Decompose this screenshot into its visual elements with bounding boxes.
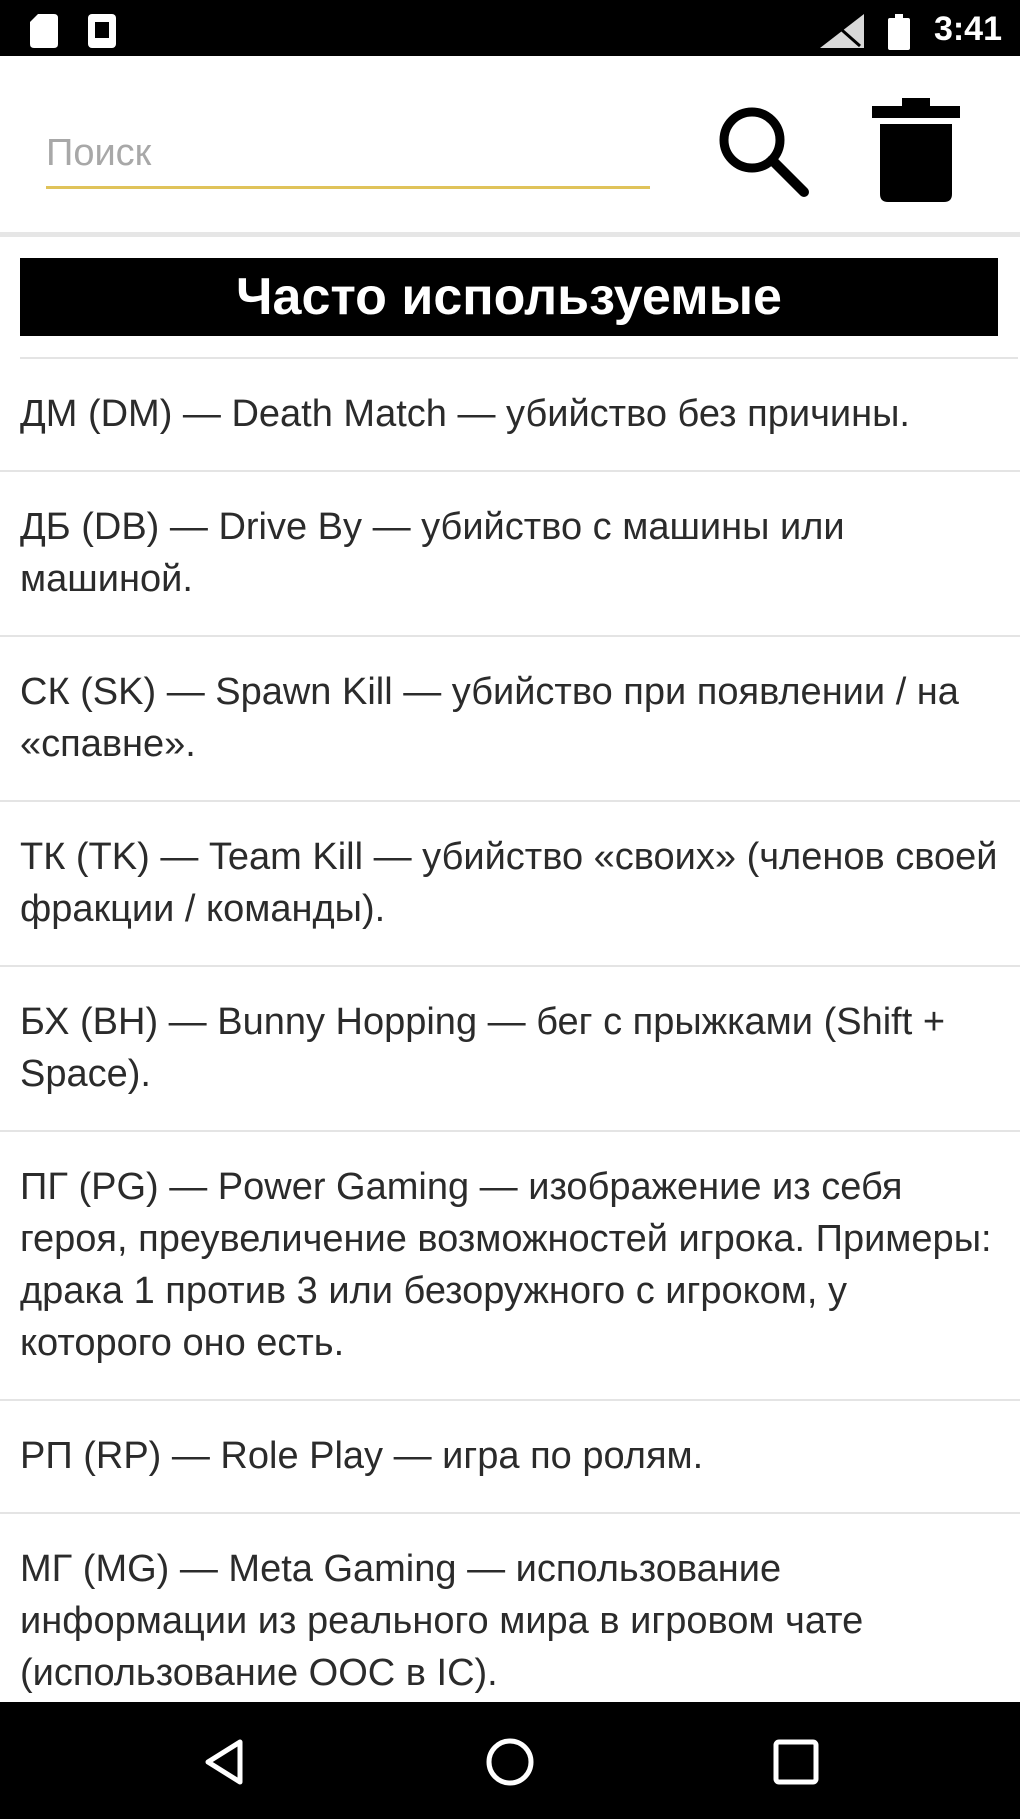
toolbar-divider (0, 232, 1020, 237)
sd-card-icon (30, 14, 58, 48)
signal-icon (820, 14, 864, 48)
list-item[interactable]: ДМ (DM) — Death Match — убийство без при… (0, 359, 1020, 472)
battery-icon (888, 14, 910, 50)
status-time: 3:41 (933, 10, 1002, 48)
home-icon[interactable] (484, 1736, 536, 1788)
terms-list: ДМ (DM) — Death Match — убийство без при… (0, 359, 1020, 1731)
list-item[interactable]: СК (SK) — Spawn Kill — убийство при появ… (0, 637, 1020, 802)
search-icon[interactable] (712, 100, 812, 200)
list-item[interactable]: ТК (TK) — Team Kill — убийство «своих» (… (0, 802, 1020, 967)
list-item[interactable]: БХ (BH) — Bunny Hopping — бег с прыжками… (0, 967, 1020, 1132)
section-header: Часто используемые (20, 258, 998, 336)
trash-icon[interactable] (868, 96, 964, 202)
recents-icon[interactable] (770, 1736, 822, 1788)
search-toolbar (0, 56, 1020, 232)
list-item[interactable]: ДБ (DB) — Drive By — убийство с машины и… (0, 472, 1020, 637)
list-item[interactable]: РП (RP) — Role Play — игра по ролям. (0, 1401, 1020, 1514)
list-item[interactable]: ПГ (PG) — Power Gaming — изображение из … (0, 1132, 1020, 1401)
navigation-bar (0, 1702, 1020, 1819)
back-icon[interactable] (198, 1736, 250, 1788)
notification-icon (88, 14, 116, 48)
search-input[interactable] (46, 120, 650, 189)
status-bar: 3:41 (0, 0, 1020, 56)
list-item[interactable]: МГ (MG) — Meta Gaming — использование ин… (0, 1514, 1020, 1731)
